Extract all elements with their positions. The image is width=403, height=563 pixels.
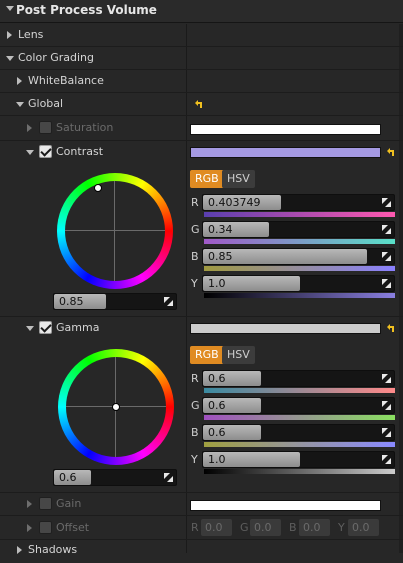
expand-saturation-icon[interactable] xyxy=(27,124,32,132)
contrast-channel-label-r: R xyxy=(191,196,199,209)
expand-offset-icon[interactable] xyxy=(27,524,32,532)
color-grading-label: Color Grading xyxy=(18,51,94,64)
row-offset[interactable]: Offset R 0.0 G 0.0 B 0.0 Y 0.0 xyxy=(0,517,403,539)
contrast-checkbox[interactable] xyxy=(39,145,52,158)
contrast-channel-value-b: 0.85 xyxy=(208,250,233,263)
panel-header: Post Process Volume xyxy=(0,0,403,23)
gamma-label: Gamma xyxy=(56,321,100,334)
shadows-label: Shadows xyxy=(28,543,78,556)
row-lens[interactable]: Lens xyxy=(0,24,186,46)
contrast-label: Contrast xyxy=(56,145,104,158)
collapse-gamma-icon[interactable] xyxy=(26,326,34,331)
gamma-tab-hsv[interactable]: HSV xyxy=(222,346,255,364)
contrast-channel-gradient-r xyxy=(204,212,395,217)
offset-channel-label-b: B xyxy=(289,521,297,534)
gain-color-swatch[interactable] xyxy=(190,500,381,511)
offset-channel-input-r[interactable]: 0.0 xyxy=(201,519,232,536)
gamma-channel-gradient-g xyxy=(204,415,395,420)
gamma-channel-label-y: Y xyxy=(191,453,198,466)
row-white-balance[interactable]: WhiteBalance xyxy=(0,70,186,92)
saturation-label: Saturation xyxy=(56,121,114,134)
offset-channel-label-r: R xyxy=(191,521,199,534)
offset-channel-label-g: G xyxy=(240,521,249,534)
white-balance-label: WhiteBalance xyxy=(28,74,104,87)
row-gamma[interactable]: Gamma xyxy=(0,317,403,339)
expand-lens-icon[interactable] xyxy=(7,31,12,39)
gamma-channel-value-g: 0.6 xyxy=(208,399,226,412)
contrast-channel-gradient-b xyxy=(204,266,395,271)
row-color-grading[interactable]: Color Grading xyxy=(0,47,186,69)
row-gain[interactable]: Gain xyxy=(0,493,403,515)
contrast-channel-value-y: 1.0 xyxy=(208,277,226,290)
gamma-channel-value-b: 0.6 xyxy=(208,426,226,439)
panel-title: Post Process Volume xyxy=(16,3,157,17)
saturation-color-swatch[interactable] xyxy=(190,124,381,135)
gamma-channel-input-g[interactable]: 0.6 xyxy=(202,397,395,414)
offset-label: Offset xyxy=(56,521,90,534)
gamma-wheel-handle[interactable] xyxy=(112,403,120,411)
contrast-channel-label-y: Y xyxy=(191,277,198,290)
gamma-channel-input-b[interactable]: 0.6 xyxy=(202,424,395,441)
contrast-channel-input-b[interactable]: 0.85 xyxy=(202,248,395,265)
contrast-channel-gradient-g xyxy=(204,239,395,244)
gamma-color-swatch[interactable] xyxy=(190,323,381,334)
contrast-color-wheel[interactable] xyxy=(57,173,173,289)
reset-global-icon[interactable] xyxy=(194,99,204,112)
expand-white-balance-icon[interactable] xyxy=(17,77,22,85)
gamma-channel-gradient-b xyxy=(204,442,395,447)
row-saturation[interactable]: Saturation xyxy=(0,117,403,139)
offset-channel-input-b[interactable]: 0.0 xyxy=(299,519,330,536)
row-shadows[interactable]: Shadows xyxy=(0,541,186,563)
lens-label: Lens xyxy=(18,28,44,41)
gamma-wheel-value[interactable]: 0.6 xyxy=(53,469,177,486)
gamma-color-wheel[interactable] xyxy=(58,349,174,465)
offset-channel-value-y: 0.0 xyxy=(352,521,370,534)
offset-channel-value-g: 0.0 xyxy=(254,521,272,534)
contrast-channel-input-r[interactable]: 0.403749 xyxy=(202,194,395,211)
contrast-tab-rgb[interactable]: RGB xyxy=(190,170,224,188)
contrast-channel-value-r: 0.403749 xyxy=(208,196,261,209)
contrast-channel-input-g[interactable]: 0.34 xyxy=(202,221,395,238)
gamma-checkbox[interactable] xyxy=(39,321,52,334)
offset-channel-value-b: 0.0 xyxy=(303,521,321,534)
gamma-channel-label-b: B xyxy=(191,426,199,439)
row-contrast[interactable]: Contrast xyxy=(0,141,403,163)
gamma-channel-label-g: G xyxy=(191,399,200,412)
contrast-tab-hsv[interactable]: HSV xyxy=(222,170,255,188)
expand-gain-icon[interactable] xyxy=(27,500,32,508)
gain-label: Gain xyxy=(56,497,82,510)
gamma-channel-label-r: R xyxy=(191,372,199,385)
collapse-icon[interactable] xyxy=(6,6,14,11)
gamma-tab-rgb[interactable]: RGB xyxy=(190,346,224,364)
saturation-checkbox[interactable] xyxy=(39,121,52,134)
contrast-channel-label-g: G xyxy=(191,223,200,236)
offset-channel-value-r: 0.0 xyxy=(205,521,223,534)
gamma-channel-input-y[interactable]: 1.0 xyxy=(202,451,395,468)
reset-contrast-icon[interactable] xyxy=(386,147,396,160)
reset-gamma-icon[interactable] xyxy=(386,323,396,336)
offset-channel-label-y: Y xyxy=(338,521,345,534)
collapse-global-icon[interactable] xyxy=(16,102,24,107)
contrast-channel-gradient-y xyxy=(204,293,395,298)
collapse-contrast-icon[interactable] xyxy=(26,150,34,155)
gamma-channel-value-y: 1.0 xyxy=(208,453,226,466)
gamma-channel-gradient-r xyxy=(204,388,395,393)
offset-channel-input-g[interactable]: 0.0 xyxy=(250,519,281,536)
gamma-channel-value-r: 0.6 xyxy=(208,372,226,385)
gamma-channel-gradient-y xyxy=(204,469,395,474)
global-label: Global xyxy=(28,97,64,110)
collapse-color-grading-icon[interactable] xyxy=(6,56,14,61)
contrast-channel-label-b: B xyxy=(191,250,199,263)
offset-checkbox[interactable] xyxy=(39,521,52,534)
offset-channel-input-y[interactable]: 0.0 xyxy=(348,519,379,536)
contrast-wheel-handle[interactable] xyxy=(94,184,102,192)
row-global[interactable]: Global xyxy=(0,93,403,115)
contrast-channel-input-y[interactable]: 1.0 xyxy=(202,275,395,292)
gamma-channel-input-r[interactable]: 0.6 xyxy=(202,370,395,387)
gain-checkbox[interactable] xyxy=(39,497,52,510)
contrast-color-swatch[interactable] xyxy=(190,147,381,158)
contrast-wheel-value[interactable]: 0.85 xyxy=(53,293,177,310)
contrast-channel-value-g: 0.34 xyxy=(208,223,233,236)
